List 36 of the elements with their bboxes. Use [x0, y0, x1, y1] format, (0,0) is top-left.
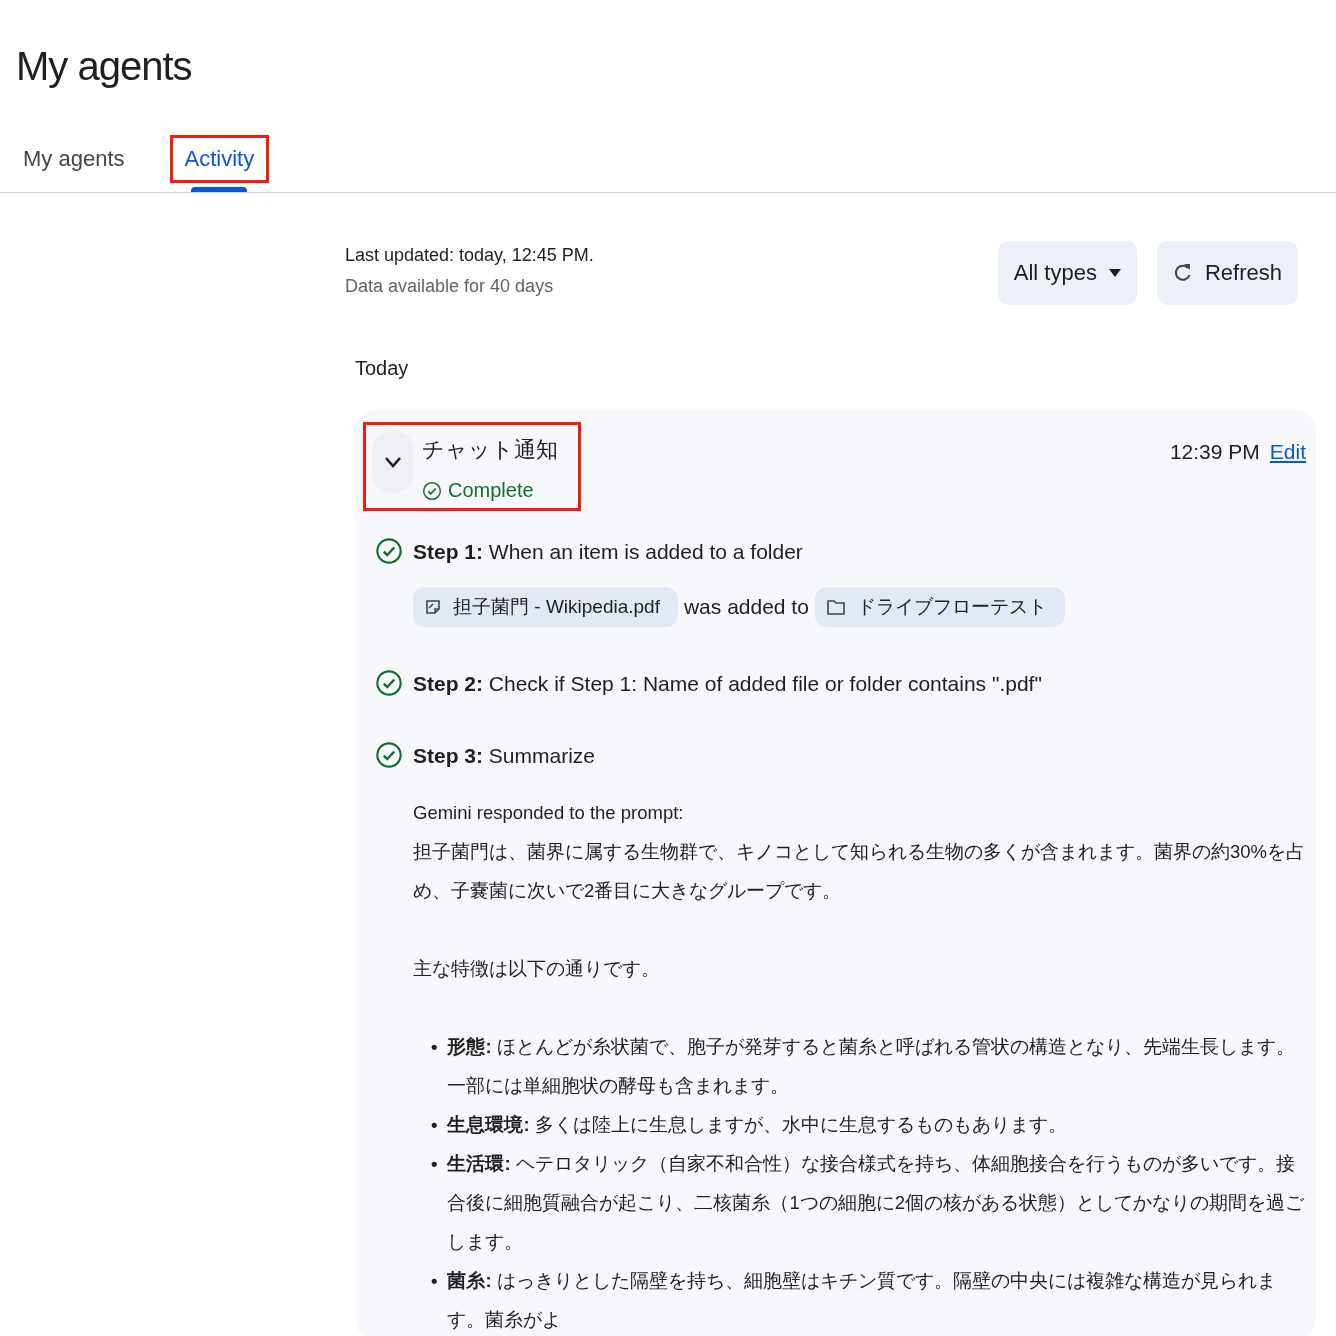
- refresh-button[interactable]: Refresh: [1156, 241, 1298, 305]
- status-text: Complete: [448, 479, 534, 502]
- expand-button[interactable]: [372, 431, 414, 493]
- response-paragraph: 担子菌門は、菌界に属する生物群で、キノコとして知られる生物の多くが含まれます。菌界の約30%を占め、子嚢菌に次いで2番目に大きなグループです。: [413, 840, 1306, 903]
- bullet-item: 生息環境: 多くは陸上に生息しますが、水中に生息するものもあります。: [447, 1113, 1068, 1137]
- run-time: 12:39 PM: [1169, 440, 1260, 464]
- step-title: Step 2: Check if Step 1: Name of added file or folder contains ".pdf": [413, 671, 1043, 697]
- folder-icon: [826, 599, 845, 615]
- agent-name: チャット通知: [422, 436, 558, 464]
- edit-link[interactable]: Edit: [1269, 440, 1306, 464]
- folder-chip[interactable]: ドライブフローテスト: [814, 587, 1065, 627]
- page-title: My agents: [15, 43, 193, 89]
- file-chip[interactable]: 担子菌門 - Wikipedia.pdf: [413, 587, 678, 627]
- step-title: Step 1: When an item is added to a folder: [413, 539, 804, 565]
- response-intro: Gemini responded to the prompt:: [413, 801, 685, 825]
- file-icon: [425, 599, 441, 615]
- refresh-icon: [1172, 262, 1193, 284]
- type-filter-dropdown[interactable]: All types: [997, 241, 1137, 305]
- chevron-icon: [384, 456, 402, 468]
- response-paragraph: 主な特徴は以下の通りです。: [413, 957, 661, 981]
- connector-text: was added to: [683, 595, 809, 619]
- check-circle-icon: [422, 480, 442, 501]
- tab[interactable]: My agents: [8, 135, 140, 183]
- bullet-item: 生活環: ヘテロタリック（自家不和合性）な接合様式を持ち、体細胞接合を行うものが多いです。接合後に細胞質融合が起こり、二核菌糸（1つの細胞に2個の核がある状態）としてかなりの期間を過ごします。: [447, 1152, 1306, 1254]
- caret-icon: [1108, 269, 1121, 277]
- step-title: Step 3: Summarize: [413, 743, 597, 769]
- bullet-marker: •: [431, 1269, 438, 1293]
- retention-text: Data available for 40 days: [345, 276, 555, 297]
- bullet-marker: •: [431, 1113, 438, 1137]
- bullet-marker: •: [431, 1035, 438, 1059]
- last-updated-text: Last updated: today, 12:45 PM.: [345, 245, 594, 266]
- bullet-item: 菌糸: はっきりとした隔壁を持ち、細胞壁はキチン質です。隔壁の中央には複雑な構造が見られます。菌糸がよ: [447, 1269, 1277, 1332]
- tab[interactable]: Activity: [169, 135, 270, 183]
- date-group-label: Today: [355, 357, 410, 380]
- bullet-marker: •: [431, 1152, 438, 1176]
- bullet-item: 形態: ほとんどが糸状菌で、胞子が発芽すると菌糸と呼ばれる管状の構造となり、先端生長します。一部には単細胞状の酵母も含まれます。: [447, 1035, 1296, 1098]
